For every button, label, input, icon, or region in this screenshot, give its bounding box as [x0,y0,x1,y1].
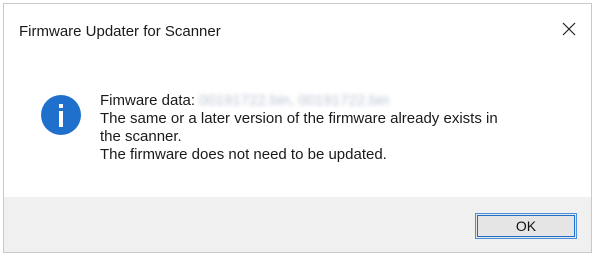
message-line-4: The firmware does not need to be updated… [100,146,387,163]
firmware-data-line: Fimware data: 00191722.bin, 00191722.bin [100,92,570,110]
close-icon [562,22,576,36]
dialog-footer: OK [4,197,591,252]
info-icon [41,95,81,135]
message-text: Fimware data: 00191722.bin, 00191722.bin … [100,92,570,164]
firmware-data-label: Fimware data: [100,92,196,109]
ok-button[interactable]: OK [475,213,577,239]
firmware-data-value: 00191722.bin, 00191722.bin [199,92,390,109]
window-title: Firmware Updater for Scanner [19,23,221,40]
title-bar: Firmware Updater for Scanner [4,4,591,40]
message-line-3: the scanner. [100,128,182,145]
message-line-2: The same or a later version of the firmw… [100,110,498,127]
message-area: Fimware data: 00191722.bin, 00191722.bin … [4,44,591,194]
close-button[interactable] [547,14,591,44]
dialog-window: Firmware Updater for Scanner Fimware dat… [3,3,592,253]
